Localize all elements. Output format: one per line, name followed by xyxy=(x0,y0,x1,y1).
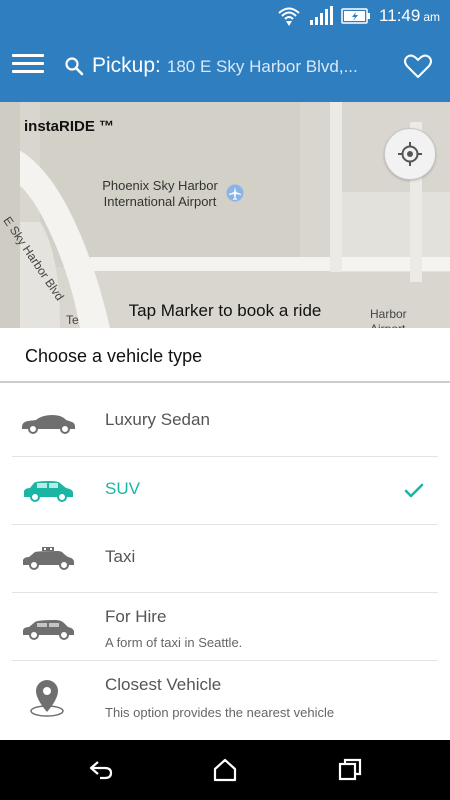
location-pin-icon xyxy=(30,680,64,717)
map-label-partial-right: Harbor Airport xyxy=(370,307,407,328)
map-view[interactable]: instaRIDE ™ E Sky Harbor Blvd Phoenix Sk… xyxy=(0,102,450,328)
signal-icon xyxy=(310,6,334,25)
crosshair-icon xyxy=(398,142,422,166)
map-background xyxy=(0,102,450,328)
divider xyxy=(0,381,450,383)
suv-icon xyxy=(24,481,73,502)
vehicle-description: A form of taxi in Seattle. xyxy=(105,635,243,650)
sedan-icon xyxy=(23,620,74,640)
clock: 11:49 am xyxy=(379,6,440,26)
battery-charging-icon xyxy=(341,8,371,24)
search-icon[interactable] xyxy=(64,56,84,76)
vehicle-option-taxi[interactable]: Taxi xyxy=(12,525,438,593)
heart-icon[interactable] xyxy=(402,50,434,82)
system-nav-bar xyxy=(0,740,450,800)
vehicle-description: This option provides the nearest vehicle xyxy=(105,705,335,720)
airport-icon[interactable] xyxy=(226,184,244,202)
vehicle-option-suv[interactable]: SUV xyxy=(12,457,438,525)
vehicle-option-closest[interactable]: Closest Vehicle This option provides the… xyxy=(12,661,438,729)
wifi-icon xyxy=(278,7,300,26)
menu-icon-line xyxy=(12,70,44,73)
menu-button[interactable] xyxy=(12,54,44,80)
back-icon[interactable] xyxy=(88,758,114,782)
status-icons: 11:49 am xyxy=(277,4,440,28)
vehicle-label: Luxury Sedan xyxy=(105,410,210,429)
my-location-button[interactable] xyxy=(384,128,436,180)
clock-time: 11:49 xyxy=(379,6,421,25)
airport-label: Phoenix Sky Harbor International Airport xyxy=(102,178,218,209)
recent-apps-icon[interactable] xyxy=(337,758,363,782)
map-label-partial: Te xyxy=(66,313,79,327)
menu-icon xyxy=(12,54,44,57)
luxury-sedan-icon xyxy=(22,415,75,434)
pickup-field[interactable]: Pickup: 180 E Sky Harbor Blvd,... xyxy=(92,54,392,82)
vehicle-option-for-hire[interactable]: For Hire A form of taxi in Seattle. xyxy=(12,593,438,661)
pickup-label: Pickup: xyxy=(92,54,161,77)
vehicle-option-luxury-sedan[interactable]: Luxury Sedan xyxy=(12,388,438,456)
home-icon[interactable] xyxy=(212,758,238,782)
clock-ampm: am xyxy=(423,10,440,24)
menu-icon-line xyxy=(12,62,44,65)
vehicle-label: For Hire xyxy=(105,607,167,626)
brand-logo: instaRIDE ™ xyxy=(24,118,115,135)
checkmark-icon xyxy=(404,483,424,498)
sheet-title: Choose a vehicle type xyxy=(25,346,203,366)
vehicle-label: Closest Vehicle xyxy=(105,675,222,694)
status-bar: 11:49 am xyxy=(0,0,450,32)
vehicle-label: Taxi xyxy=(105,547,136,566)
vehicle-chooser: Choose a vehicle type Luxury Sedan SUV T… xyxy=(0,328,450,740)
vehicle-label: SUV xyxy=(105,479,140,498)
app-bar: Pickup: 180 E Sky Harbor Blvd,... xyxy=(0,32,450,102)
taxi-icon xyxy=(23,547,74,570)
pickup-address: 180 E Sky Harbor Blvd,... xyxy=(166,57,358,76)
